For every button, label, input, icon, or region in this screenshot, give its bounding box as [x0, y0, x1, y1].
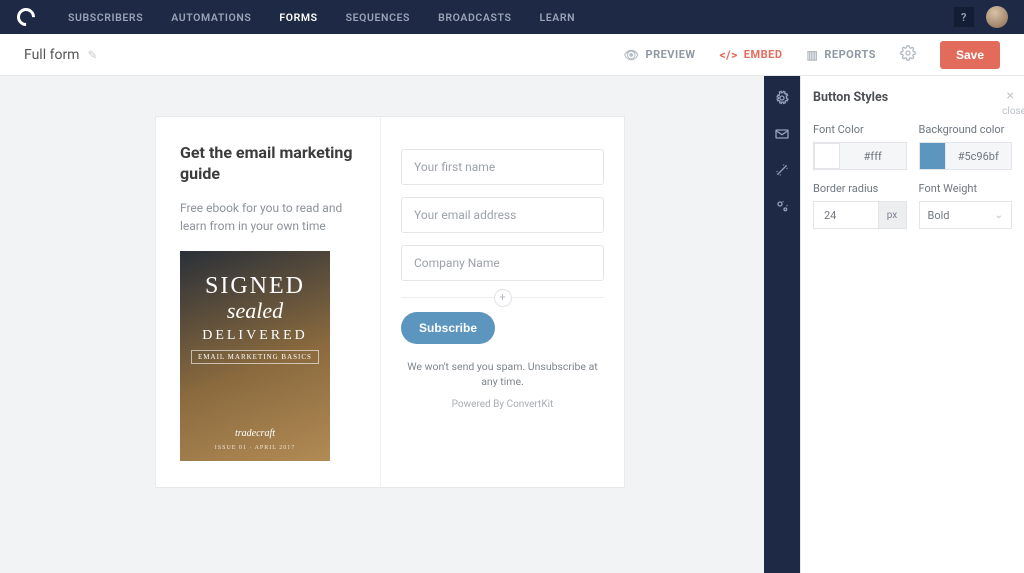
- spam-note: We won't send you spam. Unsubscribe at a…: [401, 360, 604, 389]
- form-heading[interactable]: Get the email marketing guide: [180, 143, 356, 185]
- rail-mail-icon[interactable]: [774, 126, 790, 142]
- form-card[interactable]: Get the email marketing guide Free ebook…: [155, 116, 625, 488]
- weight-select[interactable]: Bold ⌄: [919, 201, 1013, 229]
- radius-value: 24: [814, 202, 878, 228]
- nav-forms[interactable]: Forms: [279, 11, 317, 24]
- nav-learn[interactable]: Learn: [539, 11, 575, 24]
- bg-color-swatch[interactable]: [920, 143, 946, 169]
- code-icon: </>: [720, 48, 738, 62]
- eye-icon: 👁: [624, 48, 640, 62]
- cover-signature: tradecraft: [235, 428, 275, 439]
- nav-subscribers[interactable]: Subscribers: [68, 11, 143, 24]
- cover-line-1: SIGNED: [205, 273, 305, 300]
- email-field[interactable]: Your email address: [401, 197, 604, 233]
- font-color-input[interactable]: #fff: [813, 142, 907, 170]
- chevron-down-icon: ⌄: [995, 210, 1003, 221]
- bg-color-input[interactable]: #5c96bf: [919, 142, 1013, 170]
- weight-value: Bold: [928, 209, 950, 222]
- styles-rail: [764, 76, 800, 573]
- reports-label: Reports: [824, 48, 876, 61]
- editor-canvas[interactable]: Get the email marketing guide Free ebook…: [0, 76, 764, 573]
- font-color-swatch[interactable]: [814, 143, 840, 169]
- preview-link[interactable]: 👁 Preview: [624, 48, 696, 62]
- page-title: Full form: [24, 47, 79, 63]
- rail-settings-icon[interactable]: [774, 90, 790, 106]
- bg-color-group: Background color #5c96bf: [919, 123, 1013, 170]
- nav-sequences[interactable]: Sequences: [346, 11, 410, 24]
- bars-icon: ▥: [806, 48, 818, 62]
- rail-wand-icon[interactable]: [774, 162, 790, 178]
- add-field-button[interactable]: +: [494, 289, 512, 307]
- form-cover-image[interactable]: SIGNED sealed DELIVERED EMAIL MARKETING …: [180, 251, 330, 461]
- form-settings-icon[interactable]: [900, 45, 916, 65]
- preview-label: Preview: [645, 48, 695, 61]
- embed-link[interactable]: </> Embed: [720, 48, 783, 62]
- save-button[interactable]: Save: [940, 41, 1000, 69]
- button-styles-panel: Button Styles × close Font Color #fff Ba…: [800, 76, 1024, 573]
- nav-automations[interactable]: Automations: [171, 11, 251, 24]
- panel-title: Button Styles: [813, 90, 1012, 105]
- first-name-field[interactable]: Your first name: [401, 149, 604, 185]
- cover-line-2: sealed: [227, 298, 283, 324]
- radius-label: Border radius: [813, 182, 907, 195]
- embed-label: Embed: [744, 48, 783, 61]
- company-field[interactable]: Company Name: [401, 245, 604, 281]
- cover-date: ISSUE 01 · APRIL 2017: [215, 445, 295, 451]
- cover-line-4: EMAIL MARKETING BASICS: [191, 350, 319, 364]
- radius-input[interactable]: 24 px: [813, 201, 907, 229]
- form-right-panel: Your first name Your email address Compa…: [381, 117, 624, 487]
- panel-close-label: close: [1002, 106, 1024, 117]
- bg-color-value: #5c96bf: [946, 143, 1012, 169]
- weight-group: Font Weight Bold ⌄: [919, 182, 1013, 229]
- form-left-panel: Get the email marketing guide Free ebook…: [156, 117, 381, 487]
- rename-icon[interactable]: ✎: [87, 48, 97, 62]
- font-color-value: #fff: [840, 143, 906, 169]
- help-button[interactable]: ?: [954, 7, 974, 27]
- subscribe-button[interactable]: Subscribe: [401, 312, 495, 344]
- font-color-group: Font Color #fff: [813, 123, 907, 170]
- reports-link[interactable]: ▥ Reports: [806, 48, 875, 62]
- avatar[interactable]: [986, 6, 1008, 28]
- weight-label: Font Weight: [919, 182, 1013, 195]
- radius-unit: px: [878, 202, 906, 228]
- radius-group: Border radius 24 px: [813, 182, 907, 229]
- top-navbar: Subscribers Automations Forms Sequences …: [0, 0, 1024, 34]
- form-subtext[interactable]: Free ebook for you to read and learn fro…: [180, 199, 356, 235]
- form-toolbar: Full form ✎ 👁 Preview </> Embed ▥ Report…: [0, 34, 1024, 76]
- rail-advanced-icon[interactable]: [774, 198, 790, 214]
- logo[interactable]: [16, 7, 36, 27]
- add-field-divider: +: [401, 297, 604, 298]
- font-color-label: Font Color: [813, 123, 907, 136]
- nav-broadcasts[interactable]: Broadcasts: [438, 11, 511, 24]
- cover-line-3: DELIVERED: [202, 328, 308, 344]
- powered-by: Powered By ConvertKit: [401, 399, 604, 410]
- bg-color-label: Background color: [919, 123, 1013, 136]
- panel-close-icon[interactable]: ×: [1007, 88, 1014, 104]
